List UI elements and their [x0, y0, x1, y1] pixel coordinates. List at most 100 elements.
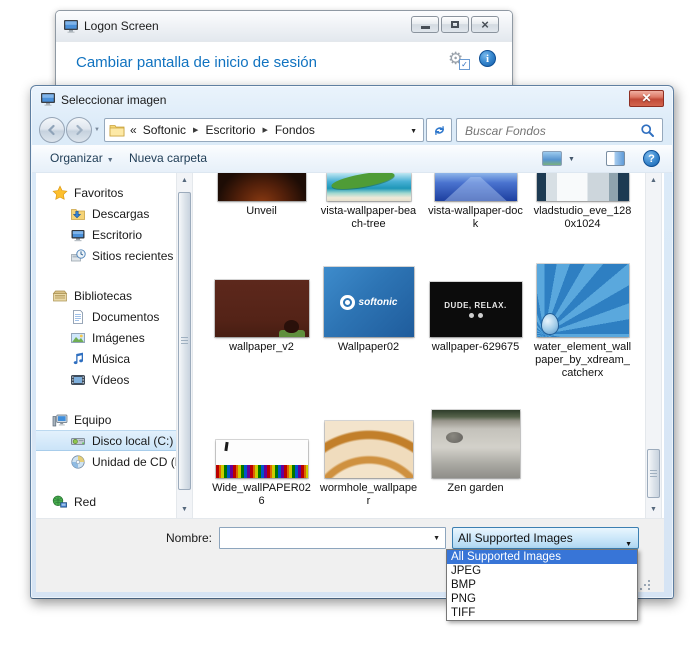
restore-icon — [451, 21, 459, 28]
logon-titlebar[interactable]: Logon Screen × — [56, 11, 512, 42]
file-item-zen-garden[interactable]: Zen garden — [422, 411, 529, 508]
checkbox-overlay-icon: ✓ — [459, 59, 470, 70]
relax-overlay-text: DUDE, RELAX. — [444, 301, 506, 310]
file-item-vladstudio-eve-1280x1024[interactable]: vladstudio_eve_1280x1024 — [529, 173, 636, 231]
file-type-combobox[interactable]: All Supported Images ▼ — [452, 527, 639, 549]
minimize-icon — [421, 26, 430, 29]
scroll-down-icon[interactable]: ▼ — [177, 502, 192, 518]
monitor-icon — [63, 18, 79, 34]
desktop: { "colors": {"selection_blue": "#3875d7"… — [0, 0, 700, 670]
organize-menu-button[interactable]: Organizar▼ — [50, 151, 114, 165]
settings-gear-icon[interactable]: ⚙✓ — [448, 49, 468, 69]
libraries-icon — [52, 288, 68, 304]
file-item-wallpaper-v2[interactable]: wallpaper_v2 — [208, 264, 315, 380]
restore-button[interactable] — [441, 16, 469, 33]
file-item-vista-wallpaper-dock[interactable]: vista-wallpaper-dock — [422, 173, 529, 231]
info-icon[interactable]: i — [479, 50, 496, 67]
breadcrumb-item-escritorio[interactable]: Escritorio — [205, 123, 255, 137]
forward-button[interactable] — [66, 117, 92, 143]
softonic-logo-text: softonic — [359, 297, 398, 308]
computer-icon — [52, 412, 68, 428]
thumbnail-zen-garden — [432, 410, 520, 478]
filetype-option-bmp[interactable]: BMP — [447, 578, 637, 592]
thumbnail-wide-wallpaper026 — [216, 440, 308, 478]
sidebar-item-red[interactable]: Red — [36, 491, 176, 512]
files-scrollbar[interactable]: ▲ ▼ — [645, 173, 662, 518]
search-box[interactable] — [456, 118, 663, 142]
file-item-wide-wallpaper026[interactable]: Wide_wallPAPER026 — [208, 411, 315, 508]
file-name-label: vladstudio_eve_1280x1024 — [533, 205, 633, 231]
views-button-icon[interactable] — [542, 151, 562, 166]
views-caret-icon[interactable]: ▼ — [568, 156, 575, 163]
pictures-icon — [70, 330, 86, 346]
filetype-option-png[interactable]: PNG — [447, 592, 637, 606]
change-logon-screen-link[interactable]: Cambiar pantalla de inicio de sesión — [76, 54, 317, 71]
sidebar-scrollbar-thumb[interactable] — [178, 192, 191, 490]
minimize-button[interactable] — [411, 16, 439, 33]
file-name-input[interactable] — [223, 530, 427, 548]
dialog-close-button[interactable]: ✕ — [629, 90, 664, 107]
scroll-up-icon[interactable]: ▲ — [177, 173, 192, 189]
thumbnail-vista-wallpaper-beach-tree — [327, 173, 411, 201]
file-type-value: All Supported Images — [458, 531, 573, 545]
folder-icon — [109, 123, 125, 137]
file-name-label: vista-wallpaper-dock — [426, 205, 526, 231]
filetype-option-all-supported-images[interactable]: All Supported Images — [447, 550, 637, 564]
sidebar-item-disco-local-c[interactable]: Disco local (C:) — [36, 430, 176, 451]
file-name-label: water_element_wallpaper_by_xdream_catche… — [533, 341, 633, 380]
filetype-option-jpeg[interactable]: JPEG — [447, 564, 637, 578]
file-item-vista-wallpaper-beach-tree[interactable]: vista-wallpaper-beach-tree — [315, 173, 422, 231]
file-item-unveil[interactable]: Unveil — [208, 173, 315, 231]
sidebar-item-favoritos[interactable]: Favoritos — [36, 182, 176, 203]
file-type-dropdown-list: All Supported ImagesJPEGBMPPNGTIFF — [446, 549, 638, 621]
breadcrumb-item-fondos[interactable]: Fondos — [275, 123, 315, 137]
breadcrumb-chevron-icon[interactable]: ▶ — [193, 126, 198, 134]
sidebar-item-musica[interactable]: Música — [36, 348, 176, 369]
back-button[interactable] — [39, 117, 65, 143]
thumbnail-unveil — [218, 173, 306, 201]
breadcrumb-chevron-icon[interactable]: ▶ — [262, 126, 267, 134]
file-item-water-element-wallpaper-by-xdream-catcherx[interactable]: water_element_wallpaper_by_xdream_catche… — [529, 264, 636, 380]
chevron-down-icon[interactable]: ▼ — [433, 535, 440, 542]
sidebar-item-sitios-recientes[interactable]: Sitios recientes — [36, 245, 176, 266]
scroll-up-icon[interactable]: ▲ — [646, 173, 661, 189]
sidebar-item-descargas[interactable]: Descargas — [36, 203, 176, 224]
sidebar-item-equipo[interactable]: Equipo — [36, 409, 176, 430]
dialog-title: Seleccionar imagen — [61, 93, 166, 107]
filetype-option-tiff[interactable]: TIFF — [447, 606, 637, 620]
chevron-down-icon: ▼ — [107, 157, 114, 164]
file-name-combo[interactable]: ▼ — [219, 527, 446, 549]
file-name-label: Unveil — [246, 205, 277, 218]
search-input[interactable] — [463, 121, 637, 141]
address-dropdown-caret-icon[interactable]: ▼ — [410, 128, 417, 135]
address-bar[interactable]: « Softonic ▶ Escritorio ▶ Fondos ▼ — [104, 118, 424, 142]
sidebar-item-videos[interactable]: Vídeos — [36, 369, 176, 390]
close-button[interactable]: × — [471, 16, 499, 33]
file-item-wallpaper-629675[interactable]: DUDE, RELAX.wallpaper-629675 — [422, 264, 529, 380]
sidebar-item-escritorio[interactable]: Escritorio — [36, 224, 176, 245]
scroll-down-icon[interactable]: ▼ — [646, 502, 661, 518]
sidebar-tree: FavoritosDescargasEscritorioSitios recie… — [36, 173, 176, 518]
star-icon — [52, 185, 68, 201]
downloads-folder-icon — [70, 206, 86, 222]
sidebar-item-documentos[interactable]: Documentos — [36, 306, 176, 327]
file-row: Unveil vista-wallpaper-beach-treevista-wa… — [194, 173, 636, 231]
command-bar: Organizar▼ Nueva carpeta ▼ ? — [32, 145, 672, 173]
sidebar-item-bibliotecas[interactable]: Bibliotecas — [36, 285, 176, 306]
refresh-button[interactable] — [426, 118, 452, 142]
breadcrumb-item-softonic[interactable]: Softonic — [143, 123, 186, 137]
sidebar-item-imagenes[interactable]: Imágenes — [36, 327, 176, 348]
file-item-wormhole-wallpaper[interactable]: wormhole_wallpaper — [315, 411, 422, 508]
breadcrumb-overflow-chevron[interactable]: « — [130, 123, 137, 137]
sidebar-scrollbar[interactable]: ▲ ▼ — [176, 173, 193, 518]
sidebar-item-unidad-de-cd-d[interactable]: Unidad de CD (D: — [36, 451, 176, 472]
files-scrollbar-thumb[interactable] — [647, 449, 660, 498]
recent-pages-caret-icon[interactable]: ▼ — [94, 127, 100, 133]
file-item-wallpaper02[interactable]: softonicWallpaper02 — [315, 264, 422, 380]
help-icon[interactable]: ? — [643, 150, 660, 167]
resize-grip[interactable] — [648, 580, 650, 582]
new-folder-button[interactable]: Nueva carpeta — [129, 151, 207, 165]
select-image-dialog: Seleccionar imagen ✕ ▼ « Softonic ▶ Escrit… — [30, 85, 674, 599]
thumbnail-vladstudio-eve-1280x1024 — [537, 173, 629, 201]
preview-pane-toggle-icon[interactable] — [606, 151, 625, 166]
